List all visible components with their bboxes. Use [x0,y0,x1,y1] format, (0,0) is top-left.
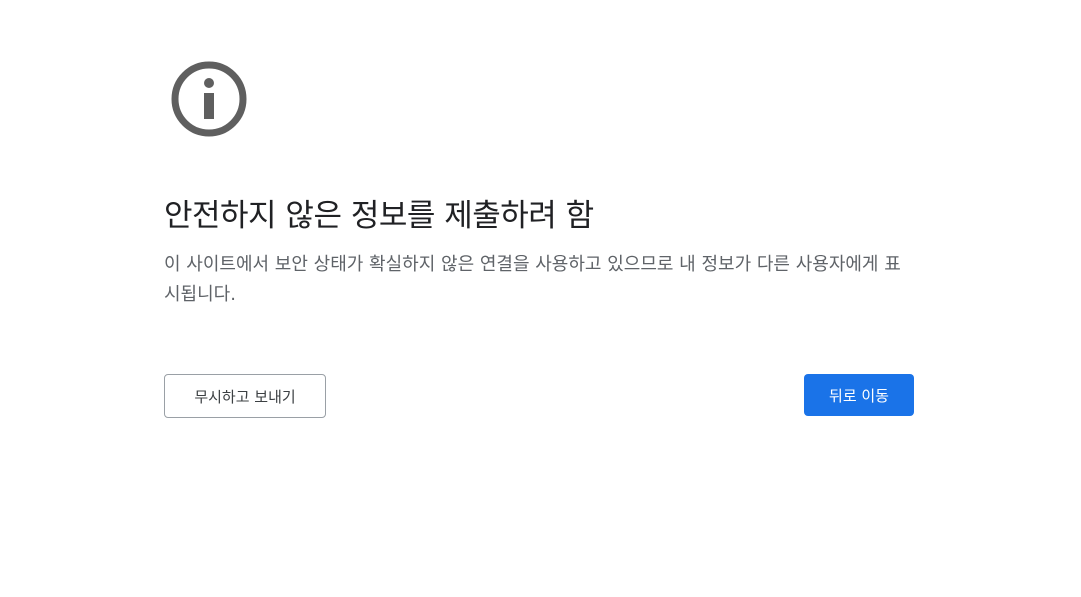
send-anyway-button[interactable]: 무시하고 보내기 [164,374,326,418]
info-circle-icon [171,61,247,137]
insecure-form-warning-page: 안전하지 않은 정보를 제출하려 함 이 사이트에서 보안 상태가 확실하지 않… [0,0,1081,597]
page-title: 안전하지 않은 정보를 제출하려 함 [164,198,594,234]
go-back-button[interactable]: 뒤로 이동 [804,374,914,416]
warning-description: 이 사이트에서 보안 상태가 확실하지 않은 연결을 사용하고 있으므로 내 정… [164,254,901,305]
